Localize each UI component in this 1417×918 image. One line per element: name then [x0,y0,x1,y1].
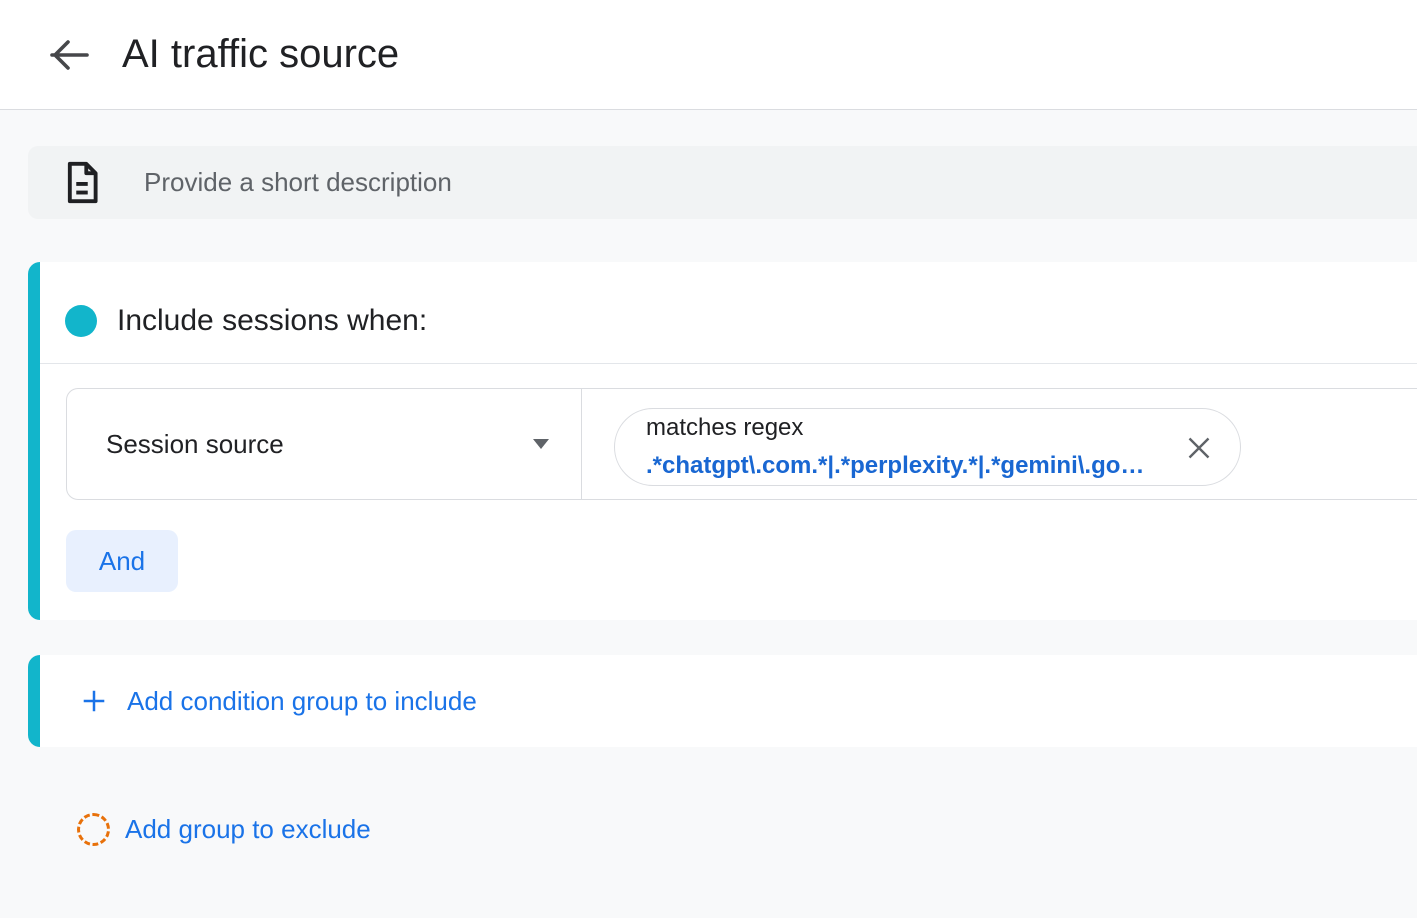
condition-area: Session source matches regex .*chatgpt\.… [40,364,1417,620]
include-heading: Include sessions when: [117,304,427,338]
page-title: AI traffic source [122,32,399,77]
back-arrow-icon [46,33,90,77]
and-button[interactable]: And [66,530,178,592]
add-condition-group-card[interactable]: Add condition group to include [28,655,1417,747]
chevron-down-icon [533,439,549,449]
description-field[interactable]: Provide a short description [28,146,1417,219]
condition-row: Session source matches regex .*chatgpt\.… [66,388,1417,500]
condition-divider [581,389,582,499]
header: AI traffic source [0,0,1417,110]
plus-icon [81,688,107,714]
add-exclude-group-label: Add group to exclude [125,814,371,845]
filter-value: .*chatgpt\.com.*|.*perplexity.*|.*gemini… [646,447,1170,485]
filter-operator: matches regex [646,409,1170,447]
include-indicator-icon [65,305,97,337]
close-icon[interactable] [1186,435,1212,461]
back-button[interactable] [46,33,90,77]
add-exclude-group-button[interactable]: Add group to exclude [0,813,1417,846]
dimension-select[interactable]: Session source [67,389,581,499]
description-placeholder: Provide a short description [144,167,452,198]
exclude-dashed-circle-icon [77,813,110,846]
condition-filter-pill[interactable]: matches regex .*chatgpt\.com.*|.*perplex… [614,408,1241,486]
document-icon [64,161,100,204]
add-condition-group-label: Add condition group to include [127,686,477,717]
include-group-header: Include sessions when: [40,262,1417,364]
include-group-card: Include sessions when: Session source ma… [28,262,1417,620]
dimension-label: Session source [106,429,533,460]
